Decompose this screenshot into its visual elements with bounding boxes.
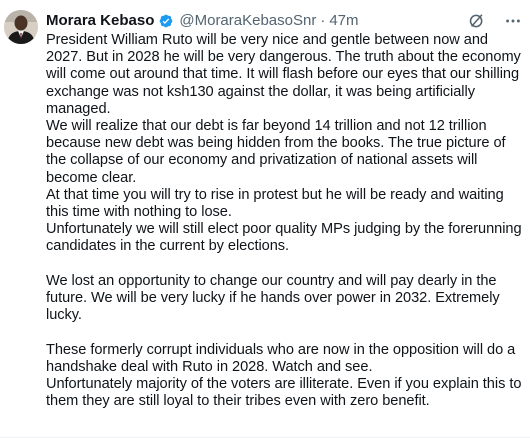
tweet-paragraph: At that time you will try to rise in pro… [46,186,504,221]
tweet-paragraph: Unfortunately majority of the voters are… [46,376,522,410]
verified-badge-icon [157,12,175,30]
author-name[interactable]: Morara Kebaso [46,11,154,31]
tweet-header: Morara Kebaso @MoraraKebasoSnr · 47m [46,10,522,32]
grok-icon[interactable] [468,12,486,30]
tweet-paragraph: We will realize that our debt is far bey… [46,118,506,186]
tweet-paragraph: President William Ruto will be very nice… [46,32,521,117]
author-handle[interactable]: @MoraraKebasoSnr [179,11,316,31]
avatar[interactable] [4,10,38,44]
timestamp[interactable]: 47m [329,11,358,31]
tweet-paragraph: Unfortunately we will still elect poor q… [46,221,522,255]
separator-dot: · [320,12,326,29]
tweet-text: President William Ruto will be very nice… [46,32,522,410]
more-icon[interactable] [504,12,522,30]
tweet-paragraph: These formerly corrupt individuals who a… [46,341,516,375]
tweet-paragraph: We lost an opportunity to change our cou… [46,272,500,324]
tweet[interactable]: Morara Kebaso @MoraraKebasoSnr · 47m Pre… [0,0,530,438]
avatar-image [4,10,38,44]
